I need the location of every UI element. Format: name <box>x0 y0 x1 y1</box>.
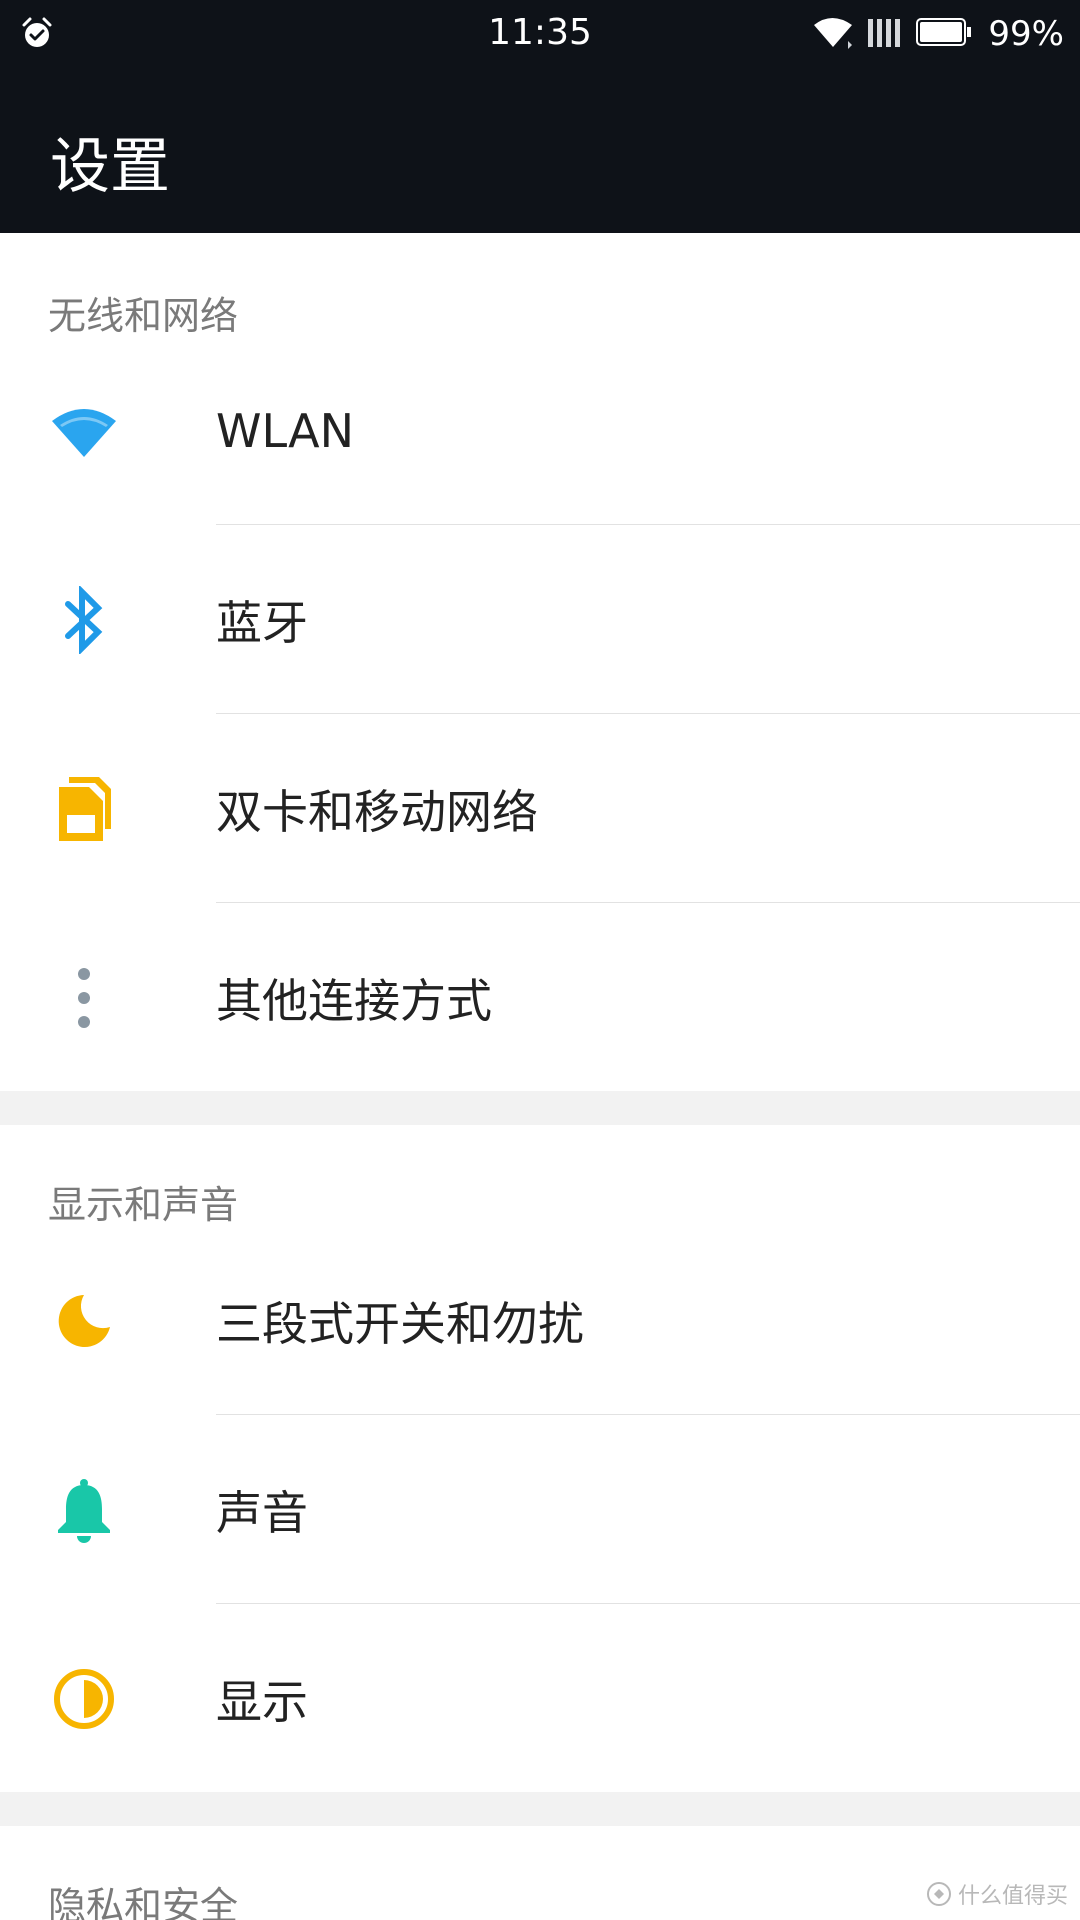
section-gap <box>0 1091 1080 1125</box>
settings-item-label: 声音 <box>216 1485 308 1540</box>
wifi-icon <box>812 15 856 53</box>
moon-icon <box>50 1287 118 1355</box>
section-gap <box>0 1792 1080 1826</box>
settings-item-label: 双卡和移动网络 <box>216 784 538 839</box>
watermark-text: 什么值得买 <box>957 1884 1068 1909</box>
watermark-logo-icon <box>926 1882 951 1906</box>
section-header-wireless: 无线和网络 <box>48 294 239 338</box>
settings-item-dual-sim[interactable]: 双卡和移动网络 <box>0 714 1080 903</box>
status-right-icons: 99% <box>812 14 1064 54</box>
settings-item-label: 其他连接方式 <box>216 973 492 1028</box>
settings-screen: 11:35 99% 设置 无线和网络 WLAN 蓝牙 双卡和移动网络 其他连接方… <box>0 0 1080 1920</box>
settings-item-other-connections[interactable]: 其他连接方式 <box>0 903 1080 1092</box>
battery-percent: 99% <box>988 14 1064 54</box>
settings-item-sound[interactable]: 声音 <box>0 1415 1080 1604</box>
app-bar: 11:35 99% 设置 <box>0 0 1080 233</box>
section-header-display-sound: 显示和声音 <box>48 1183 239 1227</box>
section-header-privacy-security: 隐私和安全 <box>48 1884 239 1920</box>
settings-item-label: WLAN <box>216 403 355 458</box>
settings-item-wlan[interactable]: WLAN <box>0 336 1080 525</box>
wifi-icon <box>50 397 118 465</box>
settings-item-bluetooth[interactable]: 蓝牙 <box>0 525 1080 714</box>
signal-icon <box>866 15 906 53</box>
settings-item-alert-slider-dnd[interactable]: 三段式开关和勿扰 <box>0 1226 1080 1415</box>
battery-icon <box>916 15 974 53</box>
settings-item-label: 显示 <box>216 1674 308 1729</box>
bluetooth-icon <box>50 585 118 654</box>
settings-item-display[interactable]: 显示 <box>0 1604 1080 1793</box>
bell-icon <box>50 1476 118 1544</box>
watermark: 什么值得买 <box>926 1878 1068 1910</box>
more-vertical-icon <box>50 964 118 1032</box>
status-bar: 11:35 99% <box>0 0 1080 68</box>
sim-card-icon <box>50 775 118 843</box>
brightness-icon <box>50 1665 118 1733</box>
page-title: 设置 <box>50 132 170 202</box>
settings-item-label: 蓝牙 <box>216 595 308 650</box>
settings-item-label: 三段式开关和勿扰 <box>216 1296 584 1351</box>
